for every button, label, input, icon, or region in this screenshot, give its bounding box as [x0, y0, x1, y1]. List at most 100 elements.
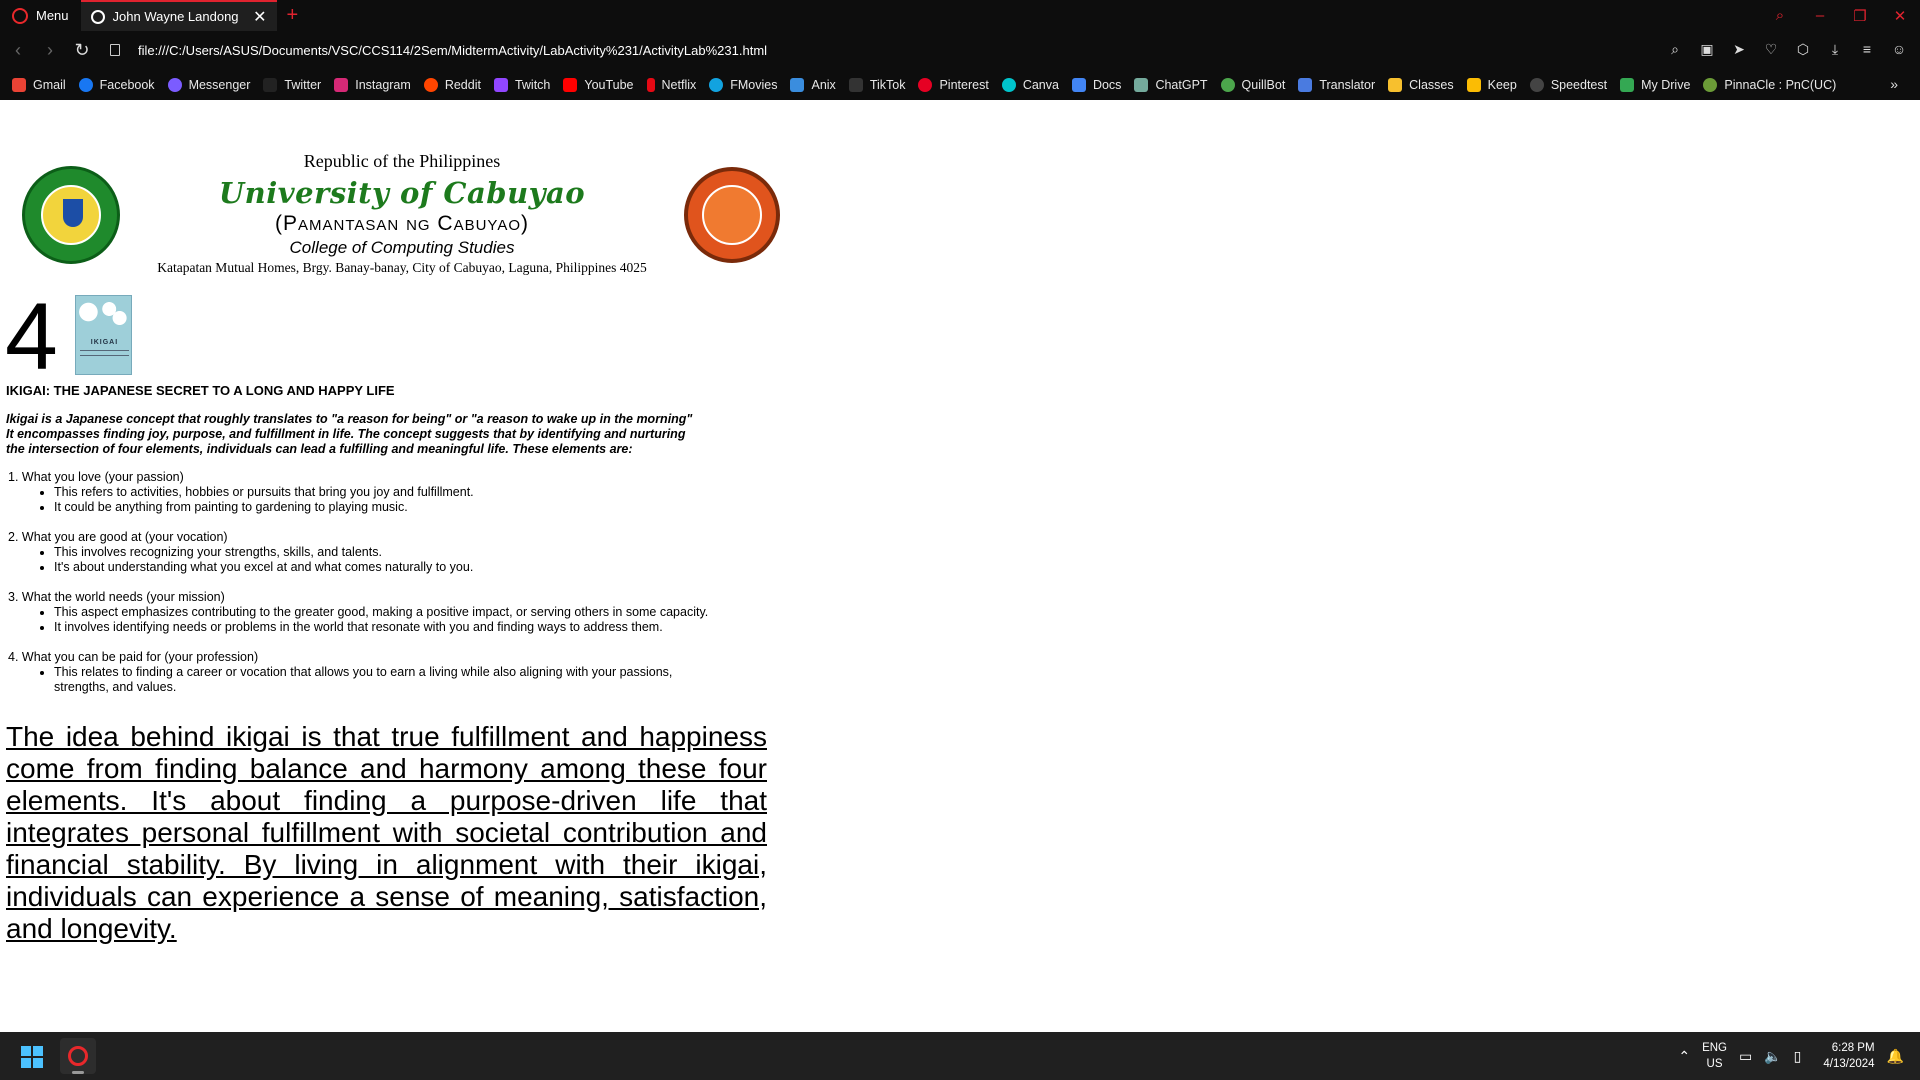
- search-tabs-icon[interactable]: ⌕: [1760, 7, 1800, 24]
- more-bookmarks-icon[interactable]: »: [1890, 69, 1898, 100]
- bookmark-pinterest[interactable]: Pinterest: [918, 77, 989, 92]
- college-seal-logo: [684, 167, 780, 263]
- heart-icon[interactable]: ♡: [1762, 41, 1780, 59]
- bookmark-pinnacle[interactable]: PinnaCle : PnC(UC): [1703, 77, 1836, 92]
- taskbar: ⌃ ENG US ▭ 🔈 ▯ 6:28 PM 4/13/2024 🔔: [0, 1032, 1920, 1080]
- intro-line: the intersection of four elements, indiv…: [6, 442, 633, 456]
- send-icon[interactable]: ➤: [1730, 41, 1748, 59]
- activity-number: 4: [5, 284, 58, 390]
- item-title: 1. What you love (your passion): [8, 470, 184, 484]
- bookmark-instagram[interactable]: Instagram: [334, 77, 411, 92]
- restore-button[interactable]: ❐: [1840, 7, 1880, 25]
- camera-icon[interactable]: ▣: [1698, 41, 1716, 59]
- close-tab-icon[interactable]: ✕: [253, 7, 266, 27]
- back-button[interactable]: ‹: [2, 40, 34, 61]
- opera-icon: [68, 1046, 88, 1066]
- item-bullet: It involves identifying needs or problem…: [54, 620, 748, 635]
- anix-icon: [790, 77, 805, 92]
- tab-title: John Wayne Landong: [112, 9, 239, 24]
- close-window-button[interactable]: ✕: [1880, 7, 1920, 25]
- bookmark-translator[interactable]: Translator: [1298, 77, 1375, 92]
- notification-bell-icon[interactable]: 🔔: [1887, 1048, 1904, 1065]
- address-bar: ‹ › ↻ file:///C:/Users/ASUS/Documents/VS…: [0, 31, 1920, 69]
- ikigai-book-image: IKIGAI: [75, 295, 132, 375]
- bookmark-quillbot[interactable]: QuillBot: [1220, 77, 1285, 92]
- bookmark-canva[interactable]: Canva: [1001, 77, 1059, 92]
- reload-button[interactable]: ↻: [66, 40, 98, 61]
- drive-icon: [1620, 77, 1635, 92]
- cube-icon[interactable]: ⬡: [1794, 41, 1812, 59]
- globe-icon: [90, 9, 105, 24]
- republic-label: Republic of the Philippines: [303, 151, 501, 171]
- fmovies-icon: [709, 77, 724, 92]
- chatgpt-icon: [1134, 77, 1149, 92]
- bookmark-messenger[interactable]: Messenger: [167, 77, 250, 92]
- item-bullet: This refers to activities, hobbies or pu…: [54, 485, 748, 500]
- new-tab-button[interactable]: +: [287, 4, 299, 27]
- intro-line: It encompasses finding joy, purpose, and…: [6, 427, 686, 441]
- menu-button[interactable]: Menu: [0, 0, 81, 31]
- list-item: 1. What you love (your passion) This ref…: [8, 470, 748, 515]
- bookmark-classes[interactable]: Classes: [1388, 77, 1454, 92]
- language-indicator[interactable]: ENG US: [1702, 1040, 1727, 1072]
- letterhead: Republic of the Philippines University o…: [0, 120, 790, 275]
- search-icon[interactable]: ⌕: [1666, 41, 1684, 59]
- canva-icon: [1001, 77, 1016, 92]
- item-bullet: This aspect emphasizes contributing to t…: [54, 605, 748, 620]
- active-tab[interactable]: John Wayne Landong ✕: [80, 0, 277, 31]
- x-icon: [263, 77, 278, 92]
- university-name: University of Cabuyao: [218, 176, 586, 210]
- easy-setup-icon[interactable]: ≡: [1858, 41, 1876, 59]
- windows-start-icon[interactable]: [21, 1046, 43, 1068]
- item-bullet: This relates to finding a career or voca…: [54, 665, 708, 695]
- bookmark-keep[interactable]: Keep: [1466, 77, 1517, 92]
- download-icon[interactable]: ⤓: [1826, 41, 1844, 59]
- address-line: Katapatan Mutual Homes, Brgy. Banay-bana…: [157, 260, 647, 275]
- bookmark-chatgpt[interactable]: ChatGPT: [1134, 77, 1208, 92]
- time: 6:28 PM: [1831, 1042, 1875, 1054]
- conclusion-paragraph: The idea behind ikigai is that true fulf…: [6, 721, 767, 944]
- bookmark-gmail[interactable]: Gmail: [12, 77, 66, 92]
- facebook-icon: [78, 77, 93, 92]
- bookmarks-bar: Gmail Facebook Messenger Twitter Instagr…: [0, 69, 1920, 100]
- volume-icon[interactable]: 🔈: [1764, 1048, 1781, 1065]
- bookmark-fmovies[interactable]: FMovies: [709, 77, 777, 92]
- intro-paragraph: Ikigai is a Japanese concept that roughl…: [6, 412, 726, 457]
- bookmark-youtube[interactable]: YouTube: [563, 77, 634, 92]
- reddit-icon: [423, 77, 438, 92]
- item-title: 2. What you are good at (your vocation): [8, 530, 228, 544]
- pamantasan-label: (Pamantasan ng Cabuyao): [275, 212, 529, 235]
- tab-bar: Menu John Wayne Landong ✕ + ⌕ – ❐ ✕: [0, 0, 1920, 31]
- bookmark-anix[interactable]: Anix: [790, 77, 836, 92]
- page-heading: IKIGAI: THE JAPANESE SECRET TO A LONG AN…: [6, 383, 395, 398]
- keep-icon: [1466, 77, 1481, 92]
- list-item: 3. What the world needs (your mission) T…: [8, 590, 748, 635]
- network-icon[interactable]: ▭: [1739, 1048, 1752, 1065]
- netflix-icon: [646, 77, 655, 92]
- youtube-icon: [563, 77, 578, 92]
- bookmark-netflix[interactable]: Netflix: [646, 77, 696, 92]
- bookmark-my-drive[interactable]: My Drive: [1620, 77, 1690, 92]
- bookmark-facebook[interactable]: Facebook: [78, 77, 155, 92]
- page-content: Republic of the Philippines University o…: [0, 100, 1920, 1032]
- bookmark-reddit[interactable]: Reddit: [423, 77, 481, 92]
- messenger-icon: [167, 77, 182, 92]
- menu-label: Menu: [36, 8, 69, 23]
- clock[interactable]: 6:28 PM 4/13/2024: [1823, 1040, 1874, 1072]
- bookmark-twitch[interactable]: Twitch: [493, 77, 550, 92]
- bookmark-speedtest[interactable]: Speedtest: [1529, 77, 1607, 92]
- address-actions: ⌕ ▣ ➤ ♡ ⬡ ⤓ ≡ ☺: [1666, 31, 1908, 69]
- forward-button[interactable]: ›: [34, 40, 66, 61]
- classroom-icon: [1388, 77, 1403, 92]
- tiktok-icon: [848, 77, 863, 92]
- chevron-up-icon[interactable]: ⌃: [1678, 1048, 1690, 1065]
- minimize-button[interactable]: –: [1800, 7, 1840, 24]
- bookmark-twitter[interactable]: Twitter: [263, 77, 321, 92]
- taskbar-opera-button[interactable]: [60, 1038, 96, 1074]
- url-field[interactable]: file:///C:/Users/ASUS/Documents/VSC/CCS1…: [138, 43, 767, 58]
- battery-icon[interactable]: ▯: [1794, 1048, 1802, 1065]
- bookmark-docs[interactable]: Docs: [1071, 77, 1121, 92]
- bookmark-tiktok[interactable]: TikTok: [848, 77, 905, 92]
- profile-icon[interactable]: ☺: [1890, 41, 1908, 59]
- pinterest-icon: [918, 77, 933, 92]
